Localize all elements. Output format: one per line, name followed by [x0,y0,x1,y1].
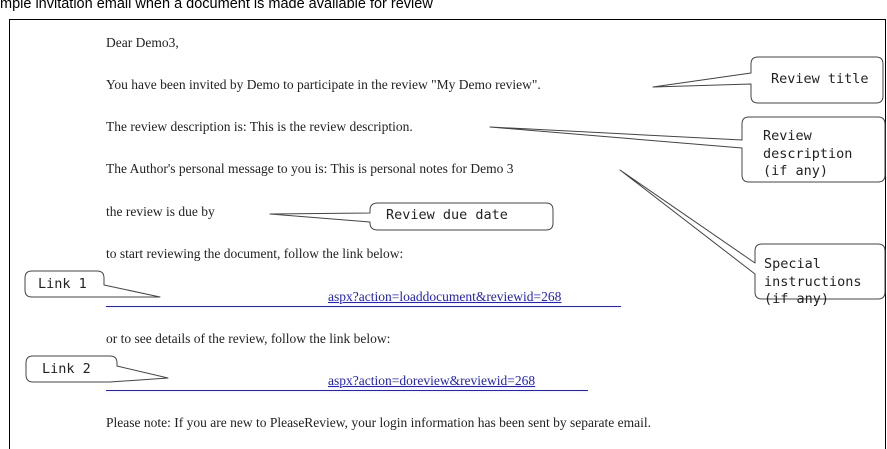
email-details-instruction: or to see details of the review, follow … [106,331,391,346]
load-document-link[interactable]: aspx?action=loaddocument&reviewid=268 [328,289,561,305]
email-login-note: Please note: If you are new to PleaseRev… [106,415,651,430]
email-greeting: Dear Demo3, [106,35,179,50]
review-due-date-callout: Review due date [386,207,508,223]
special-instructions-callout-line-2: instructions [764,273,862,290]
review-description-callout-line-1: Review [763,128,812,144]
figure-caption: mple invitation email when a document is… [0,0,433,12]
email-start-instruction: to start reviewing the document, follow … [106,246,404,261]
email-personal-message-line: The Author's personal message to you is:… [106,161,514,176]
email-invite-line: You have been invited by Demo to partici… [106,77,541,92]
special-instructions-callout-line-1: Special [764,256,821,272]
review-title-callout: Review title [771,71,869,87]
review-description-callout: Review description (if any) [763,128,852,181]
review-description-callout-line-3: (if any) [763,163,829,179]
special-instructions-callout: Special instructions (if any) [764,256,862,309]
review-description-callout-line-2: description [763,145,853,162]
link-2-callout: Link 2 [42,361,91,377]
special-instructions-callout-line-3: (if any) [764,291,830,307]
link-2-underline [106,390,588,391]
link-1-callout: Link 1 [38,276,87,292]
email-due-line: the review is due by [106,204,215,219]
email-description-line: The review description is: This is the r… [106,119,413,134]
review-details-link[interactable]: aspx?action=doreview&reviewid=268 [328,373,535,389]
link-1-underline [106,306,621,307]
